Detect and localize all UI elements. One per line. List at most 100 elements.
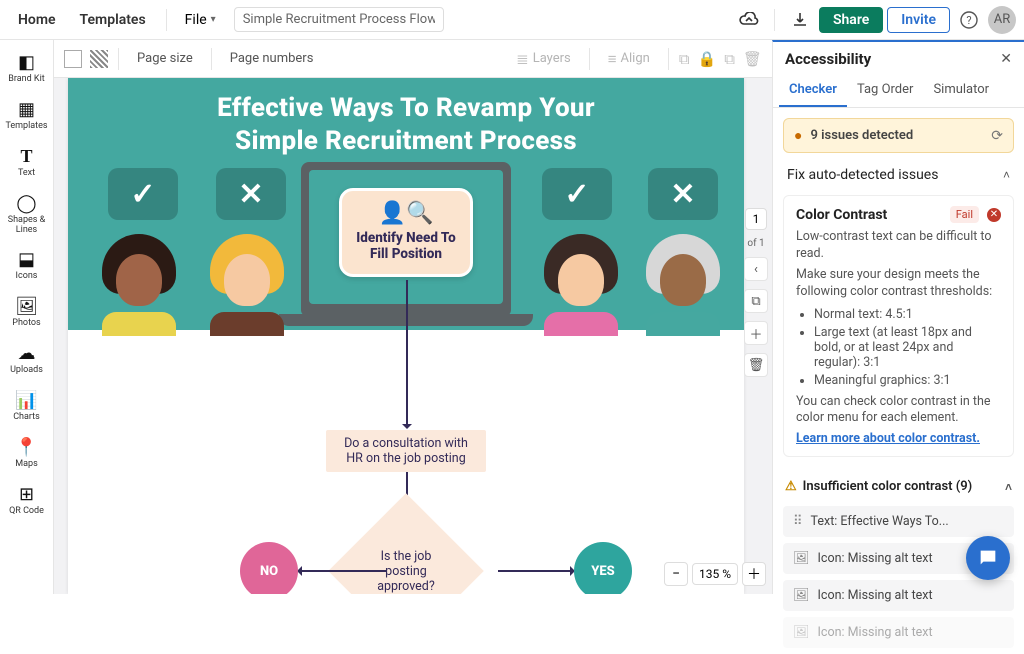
flow-arrow	[498, 570, 574, 572]
tool-photos[interactable]: 🖼Photos	[0, 290, 53, 335]
page-index[interactable]: 1	[745, 208, 767, 230]
tool-maps[interactable]: 📍Maps	[0, 431, 53, 476]
fail-icon: ✕	[987, 208, 1001, 222]
document-title-input[interactable]	[234, 7, 444, 32]
templates-link[interactable]: Templates	[70, 6, 156, 34]
brandkit-icon: ◧	[18, 52, 35, 73]
zoom-out-button[interactable]: −	[664, 562, 688, 586]
cross-icon: ✕	[670, 177, 695, 212]
lock-icon[interactable]: 🔒	[698, 50, 717, 68]
left-toolbar: ◧Brand Kit ▦Templates TText ◯Shapes & Li…	[0, 40, 54, 594]
tool-brandkit[interactable]: ◧Brand Kit	[0, 46, 53, 91]
accessibility-panel: Accessibility ✕ Checker Tag Order Simula…	[772, 40, 1024, 594]
contrast-title: Color Contrast	[796, 207, 942, 223]
fix-header[interactable]: Fix auto-detected issues ˄	[773, 163, 1024, 191]
layers-menu[interactable]: ≣Layers	[508, 46, 579, 72]
chat-fab[interactable]	[966, 536, 1010, 580]
delete-page-icon[interactable]: 🗑	[744, 353, 768, 377]
refresh-icon[interactable]: ⟳	[991, 128, 1003, 144]
download-icon[interactable]	[785, 5, 815, 35]
avatar-illustration	[638, 234, 728, 330]
person-search-icon: 👤🔍	[350, 201, 462, 226]
color-swatch[interactable]	[64, 50, 82, 68]
cloud-sync-icon[interactable]	[734, 5, 764, 35]
panel-title: Accessibility	[785, 50, 871, 68]
speech-bubble-check: ✓	[108, 168, 178, 220]
image-icon: 🖼	[793, 588, 810, 603]
pagenumbers-menu[interactable]: Page numbers	[222, 47, 322, 70]
cross-icon: ✕	[238, 177, 263, 212]
tool-uploads[interactable]: ☁Uploads	[0, 337, 53, 382]
issue-item[interactable]: 🖼Icon: Missing alt text	[783, 580, 1014, 611]
flow-circle-no: NO	[240, 542, 298, 594]
learn-more-link[interactable]: Learn more about color contrast.	[796, 431, 1001, 446]
canvas-page[interactable]: Effective Ways To Revamp Your Simple Rec…	[68, 78, 744, 594]
divider	[774, 9, 775, 31]
duplicate-page-icon[interactable]: ⧉	[744, 289, 768, 313]
tool-charts[interactable]: 📊Charts	[0, 384, 53, 429]
text-icon: T	[20, 146, 32, 167]
zoom-controls: − 135 % ＋	[664, 562, 766, 586]
invite-button[interactable]: Invite	[887, 7, 950, 33]
secondary-toolbar: Page size Page numbers ≣Layers ≡Align ⧉ …	[54, 40, 772, 78]
tab-simulator[interactable]: Simulator	[923, 74, 999, 107]
group-icon[interactable]: ⧉	[679, 50, 690, 68]
uploads-icon: ☁	[18, 343, 36, 364]
flow-arrow	[406, 280, 408, 428]
tool-templates[interactable]: ▦Templates	[0, 93, 53, 138]
avatar-illustration	[94, 234, 184, 330]
chevron-up-icon: ˄	[1003, 168, 1010, 182]
tool-text[interactable]: TText	[0, 140, 53, 185]
pagesize-menu[interactable]: Page size	[129, 47, 201, 70]
tool-icons[interactable]: ⬓Icons	[0, 243, 53, 288]
check-icon: ✓	[564, 177, 589, 212]
divider	[166, 9, 167, 31]
page-title: Effective Ways To Revamp Your Simple Rec…	[68, 78, 744, 157]
shapes-icon: ◯	[16, 193, 36, 214]
tab-tagorder[interactable]: Tag Order	[847, 74, 924, 107]
maps-icon: 📍	[15, 437, 37, 458]
home-link[interactable]: Home	[8, 6, 66, 34]
tab-checker[interactable]: Checker	[779, 74, 847, 107]
delete-icon[interactable]: 🗑	[743, 50, 762, 68]
group-header[interactable]: ⚠ Insufficient color contrast (9) ˄	[783, 473, 1014, 500]
tool-shapes[interactable]: ◯Shapes & Lines	[0, 187, 53, 242]
charts-icon: 📊	[15, 390, 37, 411]
contrast-section: Color Contrast Fail ✕ Low-contrast text …	[783, 195, 1014, 457]
zoom-in-button[interactable]: ＋	[742, 562, 766, 586]
file-label: File	[185, 12, 207, 28]
avatar-illustration	[536, 234, 626, 330]
speech-bubble-cross: ✕	[648, 168, 718, 220]
warning-icon: ⚠	[785, 479, 797, 494]
close-icon[interactable]: ✕	[1000, 51, 1012, 67]
flow-circle-yes: YES	[574, 542, 632, 594]
image-icon: 🖼	[793, 551, 810, 566]
pattern-swatch[interactable]	[90, 50, 108, 68]
flow-area: Do a consultation withHR on the job post…	[68, 330, 744, 594]
share-button[interactable]: Share	[819, 7, 883, 33]
issue-item[interactable]: 🖼Icon: Missing alt text	[783, 617, 1014, 648]
icons-icon: ⬓	[18, 249, 35, 270]
speech-bubble-check: ✓	[542, 168, 612, 220]
chevron-up-icon: ˄	[1005, 480, 1012, 494]
tool-qrcode[interactable]: ⊞QR Code	[0, 478, 53, 523]
avatar[interactable]: AR	[988, 6, 1016, 34]
zoom-value[interactable]: 135 %	[692, 563, 738, 585]
copy-icon[interactable]: ⧉	[724, 50, 735, 68]
canvas-area: Effective Ways To Revamp Your Simple Rec…	[54, 78, 772, 594]
warning-icon: ●	[794, 127, 802, 144]
add-page-icon[interactable]: ＋	[744, 321, 768, 345]
issue-item[interactable]: ⠿Text: Effective Ways To...	[783, 506, 1014, 537]
check-icon: ✓	[130, 177, 155, 212]
help-icon[interactable]: ?	[954, 5, 984, 35]
layers-icon: ≣	[516, 50, 529, 68]
panel-tabs: Checker Tag Order Simulator	[773, 74, 1024, 108]
collapse-icon[interactable]: ‹	[744, 257, 768, 281]
page-controls: 1 of 1 ‹ ⧉ ＋ 🗑	[744, 208, 768, 377]
photos-icon: 🖼	[15, 296, 38, 317]
file-menu[interactable]: File ▾	[177, 6, 224, 34]
flow-box-consultation: Do a consultation withHR on the job post…	[326, 430, 486, 472]
speech-bubble-cross: ✕	[216, 168, 286, 220]
fail-badge: Fail	[950, 206, 979, 223]
align-menu[interactable]: ≡Align	[600, 46, 658, 72]
